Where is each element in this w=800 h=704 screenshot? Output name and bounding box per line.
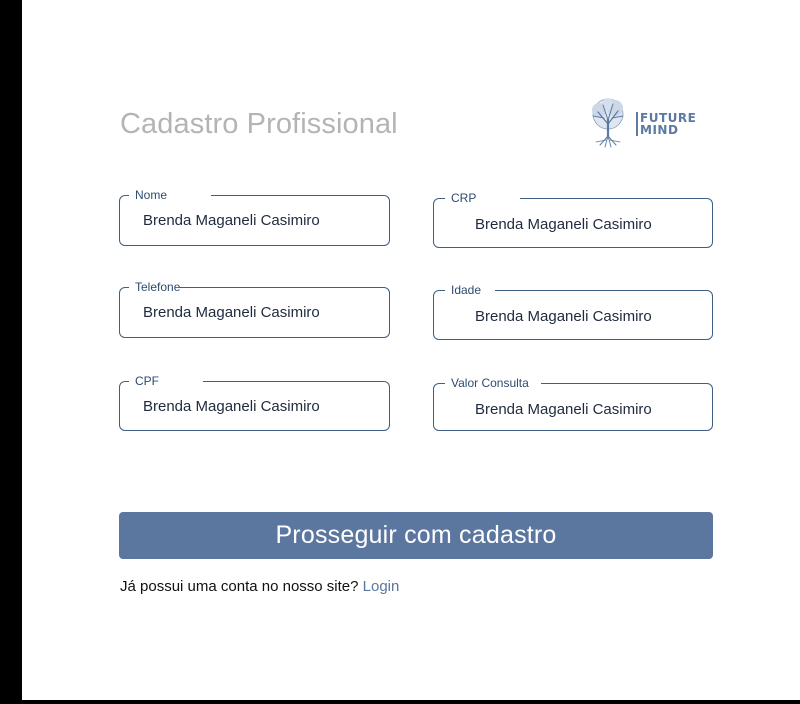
login-prompt-text: Já possui uma conta no nosso site? <box>120 578 359 595</box>
prosseguir-button[interactable]: Prosseguir com cadastro <box>119 512 713 559</box>
login-prompt-row: Já possui uma conta no nosso site? Login <box>120 578 399 595</box>
window-left-edge <box>0 0 22 704</box>
crp-field[interactable]: CRP Brenda Maganeli Casimiro <box>433 190 713 248</box>
logo-divider <box>636 112 638 136</box>
telefone-label: Telefone <box>129 279 181 295</box>
page-title: Cadastro Profissional <box>120 108 398 140</box>
logo-wordmark: FUTURE MIND <box>640 112 696 136</box>
idade-label: Idade <box>445 282 496 298</box>
nome-field[interactable]: Nome Brenda Maganeli Casimiro <box>119 187 390 246</box>
idade-field[interactable]: Idade Brenda Maganeli Casimiro <box>433 282 713 340</box>
valor-consulta-value: Brenda Maganeli Casimiro <box>475 401 652 418</box>
login-link[interactable]: Login <box>363 578 400 595</box>
telefone-field[interactable]: Telefone Brenda Maganeli Casimiro <box>119 279 390 338</box>
telefone-value: Brenda Maganeli Casimiro <box>143 304 320 321</box>
tree-icon <box>592 98 624 148</box>
idade-value: Brenda Maganeli Casimiro <box>475 308 652 325</box>
cpf-label: CPF <box>129 373 203 389</box>
cpf-value: Brenda Maganeli Casimiro <box>143 398 320 415</box>
window-bottom-edge <box>0 700 800 704</box>
crp-value: Brenda Maganeli Casimiro <box>475 216 652 233</box>
nome-value: Brenda Maganeli Casimiro <box>143 212 320 229</box>
cpf-field[interactable]: CPF Brenda Maganeli Casimiro <box>119 373 390 431</box>
valor-consulta-label: Valor Consulta <box>445 375 541 391</box>
future-mind-logo: FUTURE MIND <box>584 96 714 152</box>
logo-line-2: MIND <box>640 123 679 137</box>
nome-label: Nome <box>129 187 212 203</box>
valor-consulta-field[interactable]: Valor Consulta Brenda Maganeli Casimiro <box>433 375 713 431</box>
crp-label: CRP <box>445 190 521 206</box>
